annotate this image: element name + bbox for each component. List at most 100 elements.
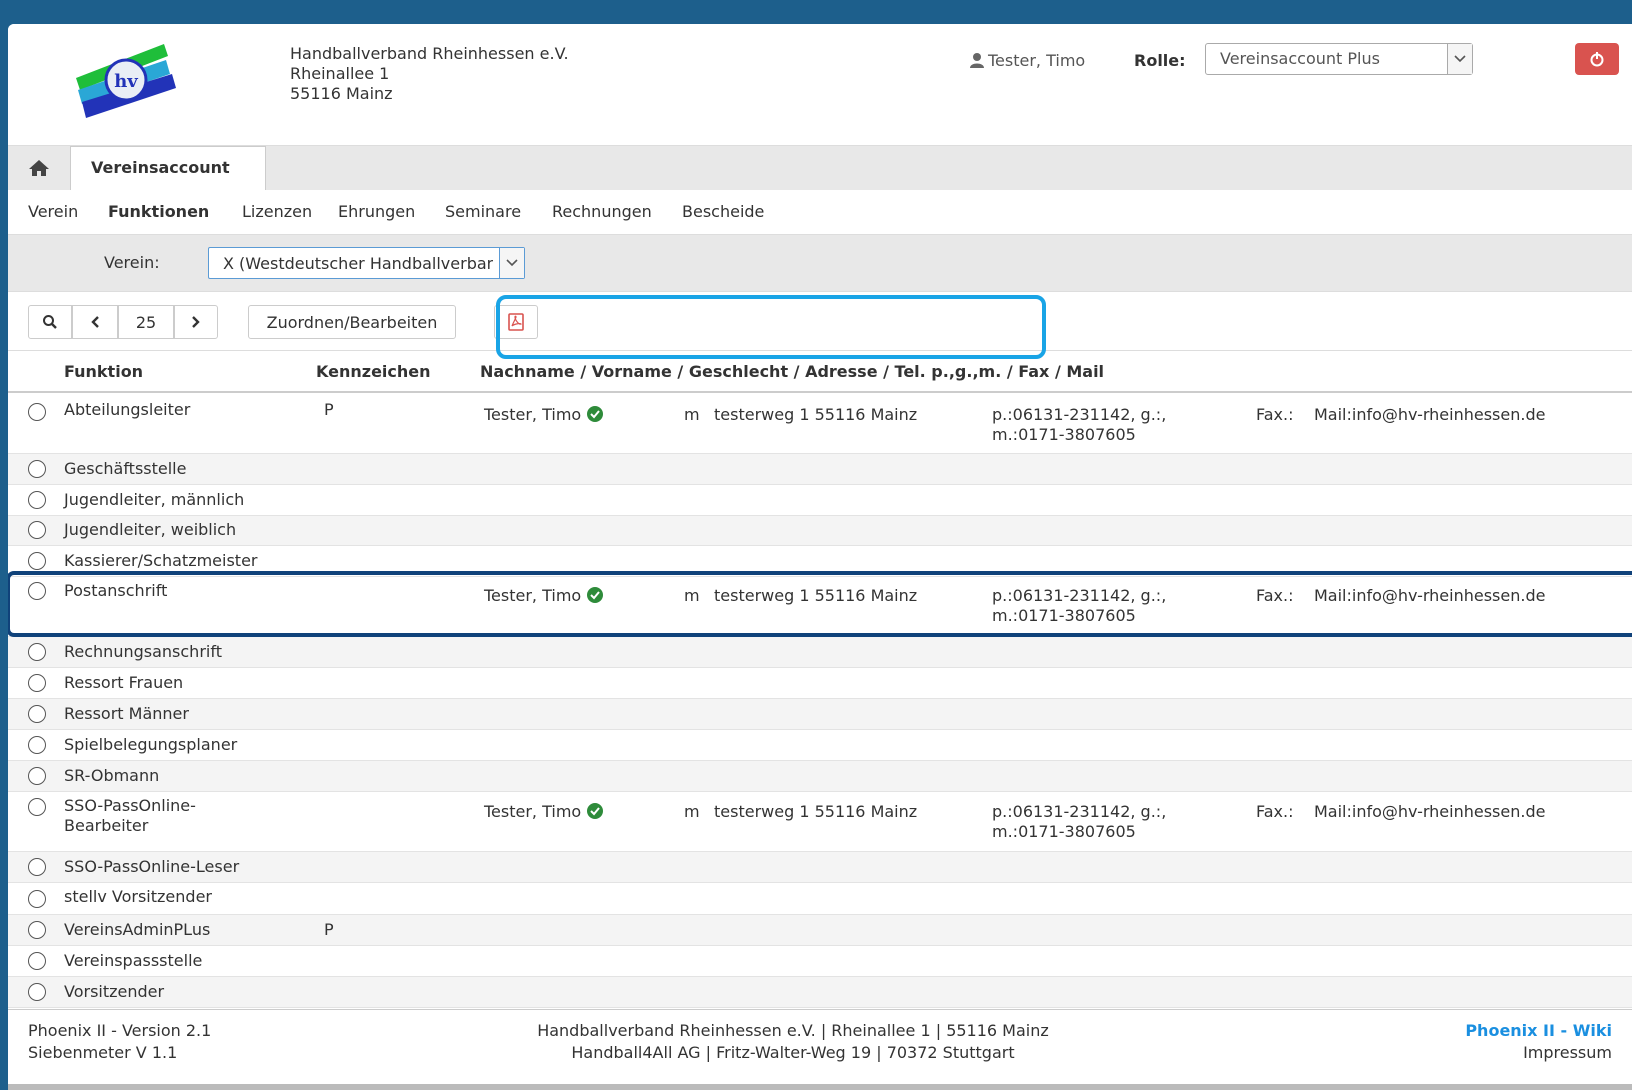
- row-radio[interactable]: [28, 983, 46, 1001]
- table-row[interactable]: Jugendleiter, weiblich: [8, 516, 1632, 546]
- row-funktion: Vereinspassstelle: [64, 951, 203, 970]
- footer-siebenmeter: Siebenmeter V 1.1: [28, 1043, 178, 1062]
- assign-edit-button[interactable]: Zuordnen/Bearbeiten: [248, 305, 456, 339]
- row-adresse: testerweg 1 55116 Mainz: [714, 405, 918, 424]
- header: hv Handballverband Rheinhessen e.V. Rhei…: [8, 24, 1632, 146]
- search-button[interactable]: [28, 305, 72, 339]
- org-street: Rheinallee 1: [290, 64, 390, 83]
- row-radio[interactable]: [28, 582, 46, 600]
- row-radio[interactable]: [28, 460, 46, 478]
- row-radio[interactable]: [28, 521, 46, 539]
- subnav-bescheide[interactable]: Bescheide: [682, 202, 764, 221]
- row-funktion: Rechnungsanschrift: [64, 642, 222, 661]
- table-row-selected[interactable]: Postanschrift Tester, Timo m testerweg 1…: [8, 571, 1632, 637]
- row-radio[interactable]: [28, 674, 46, 692]
- table-row[interactable]: SSO-PassOnline-Leser: [8, 852, 1632, 883]
- row-tel-line1: p.:06131-231142, g.:,: [992, 802, 1167, 821]
- table-row[interactable]: Ressort Frauen: [8, 668, 1632, 699]
- organization-address: Handballverband Rheinhessen e.V. Rheinal…: [290, 44, 569, 104]
- home-button[interactable]: [8, 146, 70, 190]
- verein-label: Verein:: [104, 253, 160, 272]
- row-radio[interactable]: [28, 921, 46, 939]
- table-row[interactable]: Kassierer/Schatzmeister: [8, 546, 1632, 577]
- bottom-scrollbar[interactable]: [8, 1084, 1632, 1090]
- table-row[interactable]: Rechnungsanschrift: [8, 637, 1632, 668]
- row-funktion: Jugendleiter, weiblich: [64, 520, 237, 539]
- sub-navigation: Verein Funktionen Lizenzen Ehrungen Semi…: [8, 190, 1632, 235]
- row-telefon: p.:06131-231142, g.:, m.:0171-3807605: [992, 586, 1166, 626]
- verein-select[interactable]: X (Westdeutscher Handballverband): [208, 247, 525, 279]
- check-circle-icon: [587, 803, 604, 819]
- table-row[interactable]: Ressort Männer: [8, 699, 1632, 730]
- row-funktion: Ressort Männer: [64, 704, 189, 723]
- row-radio[interactable]: [28, 890, 46, 908]
- row-tel-line1: p.:06131-231142, g.:,: [992, 405, 1167, 424]
- table-row[interactable]: Spielbelegungsplaner: [8, 730, 1632, 761]
- row-funktion: VereinsAdminPLus: [64, 920, 211, 939]
- table-row[interactable]: Abteilungsleiter P Tester, Timo m tester…: [8, 393, 1632, 454]
- next-page-button[interactable]: [174, 305, 218, 339]
- highlight-pdf-area: [496, 295, 1046, 359]
- row-radio[interactable]: [28, 858, 46, 876]
- table-row[interactable]: stellv Vorsitzender: [8, 883, 1632, 915]
- row-radio[interactable]: [28, 736, 46, 754]
- row-name-text: Tester, Timo: [484, 586, 582, 605]
- table-row[interactable]: VereinsAdminPLus P: [8, 915, 1632, 946]
- row-funktion: Spielbelegungsplaner: [64, 735, 238, 754]
- subnav-rechnungen[interactable]: Rechnungen: [552, 202, 652, 221]
- row-fax: Fax.:: [1256, 586, 1294, 605]
- filter-bar: Verein: X (Westdeutscher Handballverband…: [8, 235, 1632, 292]
- row-radio[interactable]: [28, 552, 46, 570]
- row-radio[interactable]: [28, 767, 46, 785]
- row-radio[interactable]: [28, 491, 46, 509]
- subnav-seminare[interactable]: Seminare: [445, 202, 521, 221]
- subnav-funktionen[interactable]: Funktionen: [108, 202, 209, 221]
- row-name: Tester, Timo: [484, 802, 604, 821]
- chevron-down-icon[interactable]: [499, 248, 524, 278]
- role-select[interactable]: Vereinsaccount Plus: [1205, 43, 1473, 75]
- row-radio[interactable]: [28, 643, 46, 661]
- table-header: Funktion Kennzeichen Nachname / Vorname …: [8, 351, 1632, 393]
- row-radio[interactable]: [28, 798, 46, 816]
- chevron-down-icon[interactable]: [1447, 44, 1472, 74]
- row-funktion: SSO-PassOnline- Bearbeiter: [64, 796, 304, 836]
- row-radio[interactable]: [28, 403, 46, 421]
- row-tel-line1: p.:06131-231142, g.:,: [992, 586, 1167, 605]
- current-user[interactable]: Tester, Timo: [970, 51, 1085, 70]
- row-name: Tester, Timo: [484, 405, 604, 424]
- footer: Phoenix II - Version 2.1 Siebenmeter V 1…: [8, 1009, 1632, 1080]
- row-fax: Fax.:: [1256, 405, 1294, 424]
- table-row[interactable]: Vereinspassstelle: [8, 946, 1632, 977]
- subnav-ehrungen[interactable]: Ehrungen: [338, 202, 415, 221]
- tab-vereinsaccount[interactable]: Vereinsaccount: [70, 146, 266, 191]
- chevron-right-icon: [192, 316, 200, 328]
- row-funktion-line1: SSO-PassOnline-: [64, 796, 196, 815]
- table-row[interactable]: Vorsitzender: [8, 977, 1632, 1008]
- page-size-input[interactable]: 25: [118, 305, 174, 339]
- subnav-verein[interactable]: Verein: [28, 202, 78, 221]
- table-row[interactable]: Geschäftsstelle: [8, 454, 1632, 485]
- row-funktion: Kassierer/Schatzmeister: [64, 551, 258, 570]
- org-name: Handballverband Rheinhessen e.V.: [290, 44, 569, 63]
- row-geschlecht: m: [684, 802, 700, 821]
- row-funktion: Geschäftsstelle: [64, 459, 187, 478]
- svg-text:hv: hv: [114, 71, 138, 92]
- row-telefon: p.:06131-231142, g.:, m.:0171-3807605: [992, 802, 1166, 842]
- table-row[interactable]: SR-Obmann: [8, 761, 1632, 792]
- row-name-text: Tester, Timo: [484, 802, 582, 821]
- row-adresse: testerweg 1 55116 Mainz: [714, 802, 918, 821]
- prev-page-button[interactable]: [72, 305, 118, 339]
- row-radio[interactable]: [28, 705, 46, 723]
- user-icon: [970, 53, 984, 68]
- impressum-link[interactable]: Impressum: [1465, 1042, 1612, 1064]
- logout-button[interactable]: [1575, 43, 1619, 75]
- table-row[interactable]: Jugendleiter, männlich: [8, 485, 1632, 516]
- row-tel-line2: m.:0171-3807605: [992, 606, 1136, 625]
- wiki-link[interactable]: Phoenix II - Wiki: [1465, 1020, 1612, 1042]
- row-kennzeichen: P: [324, 920, 334, 939]
- subnav-lizenzen[interactable]: Lizenzen: [242, 202, 312, 221]
- table-row[interactable]: SSO-PassOnline- Bearbeiter Tester, Timo m…: [8, 792, 1632, 852]
- row-funktion: SSO-PassOnline-Leser: [64, 857, 240, 876]
- row-radio[interactable]: [28, 952, 46, 970]
- tab-bar: Vereinsaccount: [8, 146, 1632, 191]
